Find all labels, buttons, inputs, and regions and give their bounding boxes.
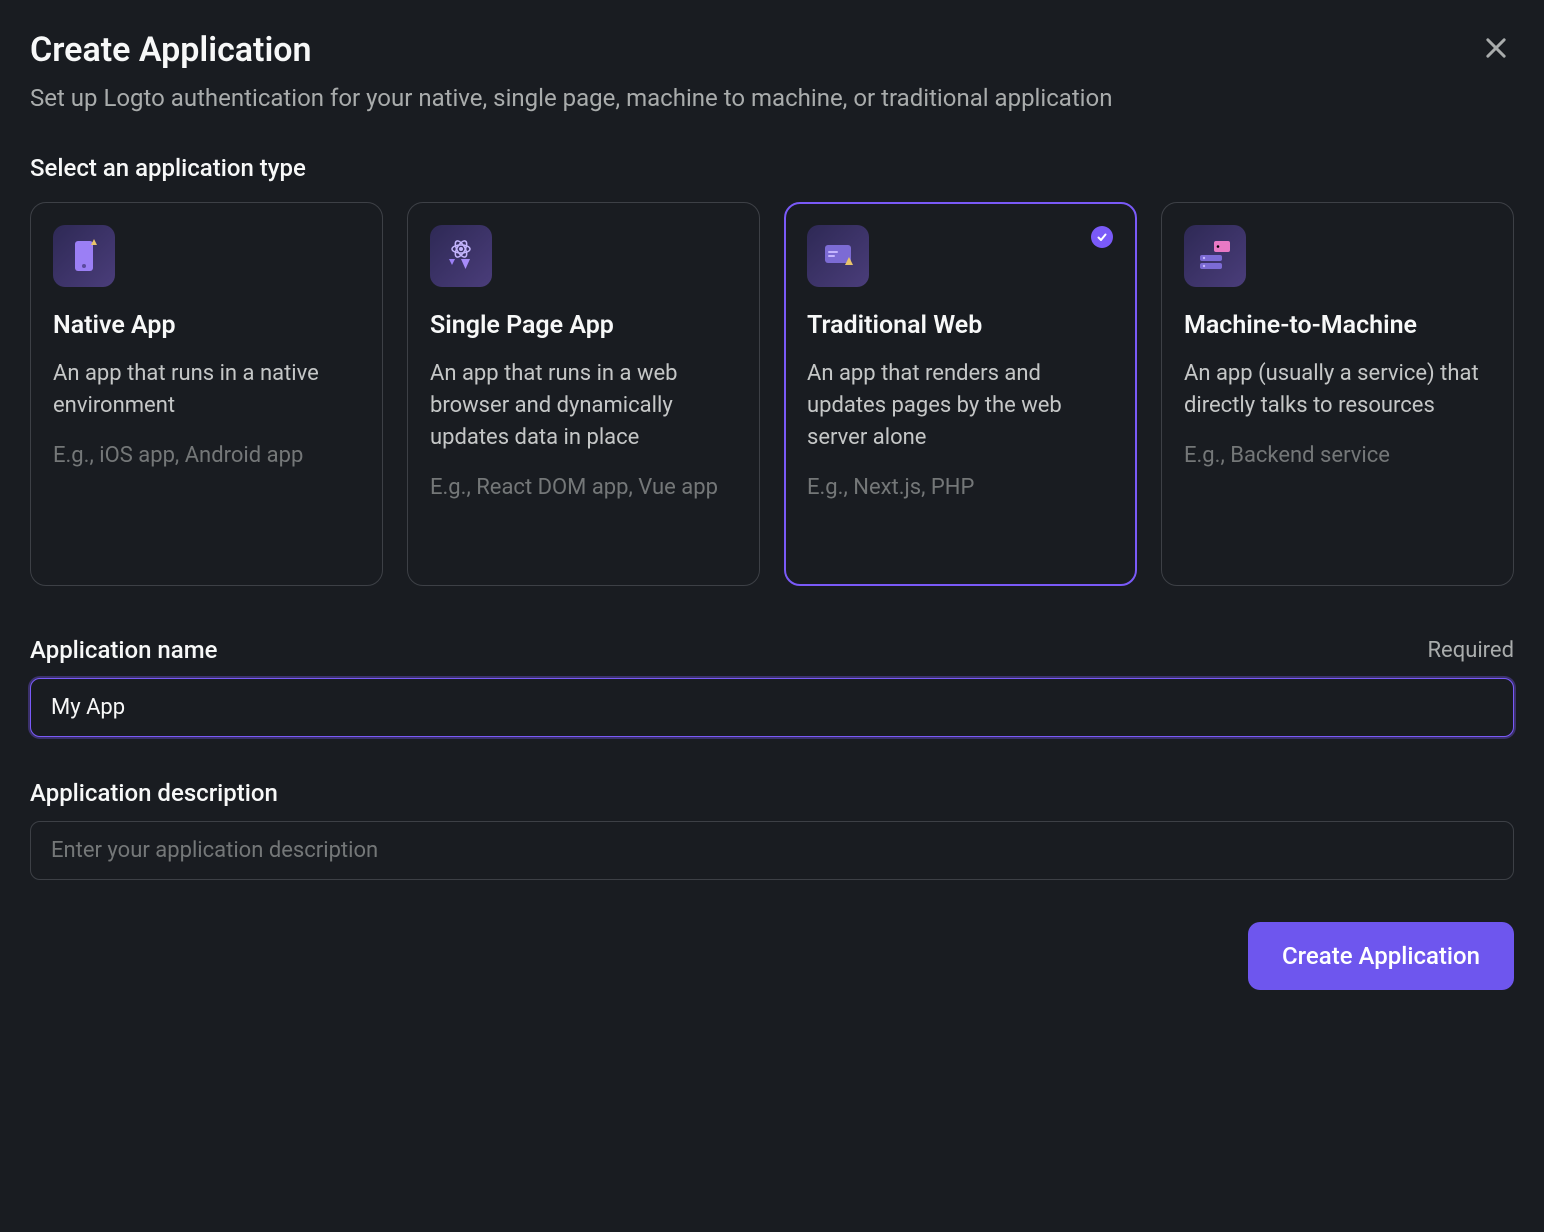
close-icon: [1482, 34, 1510, 62]
traditional-web-icon: [807, 225, 869, 287]
app-description-label: Application description: [30, 779, 278, 807]
card-example: E.g., Next.js, PHP: [807, 472, 1114, 504]
m2m-icon: [1184, 225, 1246, 287]
card-example: E.g., React DOM app, Vue app: [430, 472, 737, 504]
app-type-card-native[interactable]: Native App An app that runs in a native …: [30, 202, 383, 586]
app-type-card-traditional-web[interactable]: Traditional Web An app that renders and …: [784, 202, 1137, 586]
create-application-button[interactable]: Create Application: [1248, 922, 1514, 990]
selected-check-icon: [1091, 226, 1113, 248]
card-description: An app (usually a service) that directly…: [1184, 358, 1491, 422]
spa-icon: [430, 225, 492, 287]
card-title: Native App: [53, 311, 360, 340]
card-description: An app that renders and updates pages by…: [807, 358, 1114, 454]
card-title: Single Page App: [430, 311, 737, 340]
app-description-input[interactable]: [30, 821, 1514, 880]
app-name-input[interactable]: [30, 678, 1514, 737]
card-description: An app that runs in a native environment: [53, 358, 360, 422]
app-type-card-spa[interactable]: Single Page App An app that runs in a we…: [407, 202, 760, 586]
page-subtitle: Set up Logto authentication for your nat…: [30, 84, 1112, 112]
card-title: Traditional Web: [807, 311, 1114, 340]
native-app-icon: [53, 225, 115, 287]
required-tag: Required: [1427, 638, 1514, 663]
app-type-card-m2m[interactable]: Machine-to-Machine An app (usually a ser…: [1161, 202, 1514, 586]
card-example: E.g., Backend service: [1184, 440, 1491, 472]
card-example: E.g., iOS app, Android app: [53, 440, 360, 472]
card-title: Machine-to-Machine: [1184, 311, 1491, 340]
page-title: Create Application: [30, 30, 1112, 70]
app-type-section-label: Select an application type: [30, 154, 1514, 182]
card-description: An app that runs in a web browser and dy…: [430, 358, 737, 454]
close-button[interactable]: [1478, 30, 1514, 69]
app-name-label: Application name: [30, 636, 218, 664]
